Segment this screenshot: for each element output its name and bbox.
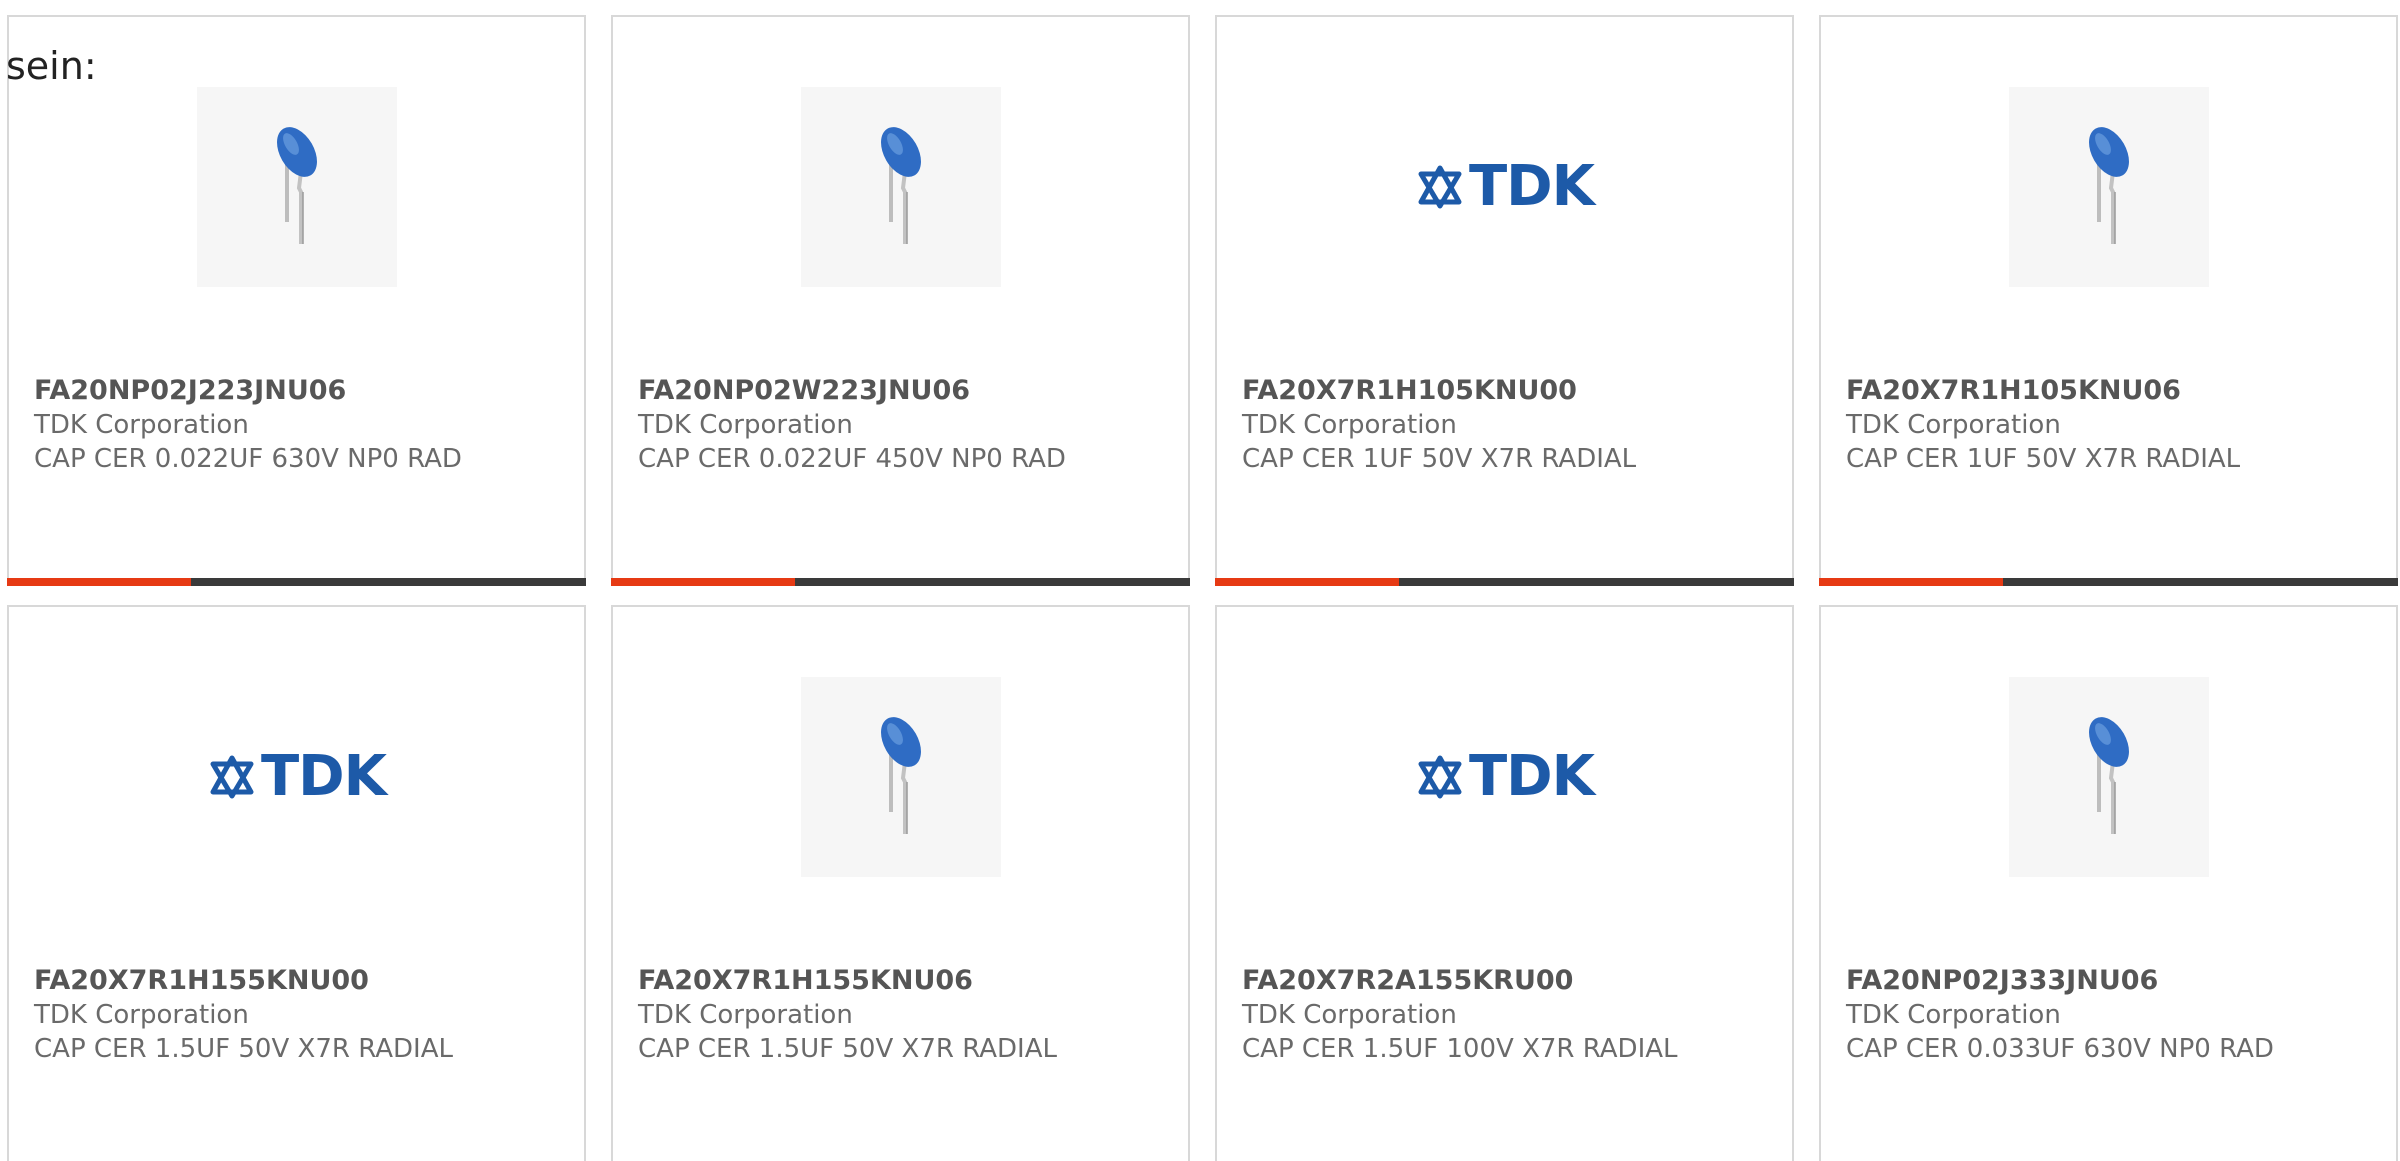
part-number[interactable]: FA20NP02J223JNU06: [34, 375, 346, 406]
part-number[interactable]: FA20X7R1H105KNU06: [1846, 375, 2181, 406]
part-number[interactable]: FA20NP02J333JNU06: [1846, 965, 2158, 996]
card-bottom-bar: [1215, 578, 1794, 586]
product-card[interactable]: FA20NP02J223JNU06 TDK Corporation CAP CER …: [7, 15, 586, 586]
capacitor-icon: [2088, 127, 2129, 244]
manufacturer: TDK Corporation: [1242, 1000, 1457, 1030]
product-image[interactable]: [2008, 677, 2209, 877]
product-description: CAP CER 1.5UF 50V X7R RADIAL: [34, 1034, 453, 1064]
part-number[interactable]: FA20X7R1H105KNU00: [1242, 375, 1577, 406]
part-number[interactable]: FA20X7R2A155KRU00: [1242, 965, 1573, 996]
tdk-logo-text: TDK: [260, 744, 387, 809]
card-accent-bar: [611, 578, 795, 586]
manufacturer: TDK Corporation: [638, 410, 853, 440]
product-image[interactable]: TDK: [1405, 87, 1605, 287]
capacitor-icon: [880, 717, 921, 834]
manufacturer: TDK Corporation: [638, 1000, 853, 1030]
capacitor-icon: [880, 127, 921, 244]
capacitor-icon: [2088, 717, 2129, 834]
product-image[interactable]: [800, 677, 1001, 877]
product-card[interactable]: TDK FA20X7R2A155KRU00 TDK Corporation CAP C…: [1215, 605, 1794, 1161]
manufacturer: TDK Corporation: [34, 1000, 249, 1030]
capacitor-icon: [276, 127, 317, 244]
tdk-emblem-icon: [1418, 755, 1462, 799]
manufacturer: TDK Corporation: [1242, 410, 1457, 440]
product-card[interactable]: FA20NP02J333JNU06 TDK Corporation CAP CER …: [1819, 605, 2398, 1161]
part-number[interactable]: FA20NP02W223JNU06: [638, 375, 970, 406]
card-bottom-bar: [1819, 578, 2398, 586]
product-card[interactable]: TDK FA20X7R1H105KNU00 TDK Corporation CAP C…: [1215, 15, 1794, 586]
tdk-logo: TDK: [1415, 744, 1595, 809]
product-description: CAP CER 0.033UF 630V NP0 RAD: [1846, 1034, 2274, 1064]
product-image[interactable]: TDK: [1405, 677, 1605, 877]
product-card[interactable]: TDK FA20X7R1H155KNU00 TDK Corporation CAP C…: [7, 605, 586, 1161]
tdk-logo: TDK: [1415, 154, 1595, 219]
part-number[interactable]: FA20X7R1H155KNU06: [638, 965, 973, 996]
manufacturer: TDK Corporation: [34, 410, 249, 440]
card-accent-bar: [1215, 578, 1399, 586]
product-image[interactable]: [800, 87, 1001, 287]
product-image[interactable]: [196, 87, 397, 287]
part-number[interactable]: FA20X7R1H155KNU00: [34, 965, 369, 996]
product-description: CAP CER 0.022UF 450V NP0 RAD: [638, 444, 1066, 474]
tdk-emblem-icon: [210, 755, 254, 799]
tdk-logo-text: TDK: [1468, 154, 1595, 219]
manufacturer: TDK Corporation: [1846, 1000, 2061, 1030]
intro-text: sein:: [6, 44, 97, 88]
card-bottom-bar: [611, 578, 1190, 586]
product-description: CAP CER 0.022UF 630V NP0 RAD: [34, 444, 462, 474]
product-image[interactable]: [2008, 87, 2209, 287]
manufacturer: TDK Corporation: [1846, 410, 2061, 440]
card-accent-bar: [7, 578, 191, 586]
product-image[interactable]: TDK: [197, 677, 397, 877]
product-description: CAP CER 1.5UF 100V X7R RADIAL: [1242, 1034, 1678, 1064]
card-accent-bar: [1819, 578, 2003, 586]
product-description: CAP CER 1.5UF 50V X7R RADIAL: [638, 1034, 1057, 1064]
product-card[interactable]: FA20X7R1H105KNU06 TDK Corporation CAP CER …: [1819, 15, 2398, 586]
product-grid-page: sein: FA20NP02J223JNU06 TDK Corporation CA…: [0, 0, 2400, 1161]
product-card[interactable]: FA20NP02W223JNU06 TDK Corporation CAP CER …: [611, 15, 1190, 586]
card-bottom-bar: [7, 578, 586, 586]
product-card[interactable]: FA20X7R1H155KNU06 TDK Corporation CAP CER …: [611, 605, 1190, 1161]
product-description: CAP CER 1UF 50V X7R RADIAL: [1242, 444, 1637, 474]
tdk-logo: TDK: [207, 744, 387, 809]
tdk-logo-text: TDK: [1468, 744, 1595, 809]
tdk-emblem-icon: [1418, 165, 1462, 209]
product-description: CAP CER 1UF 50V X7R RADIAL: [1846, 444, 2241, 474]
